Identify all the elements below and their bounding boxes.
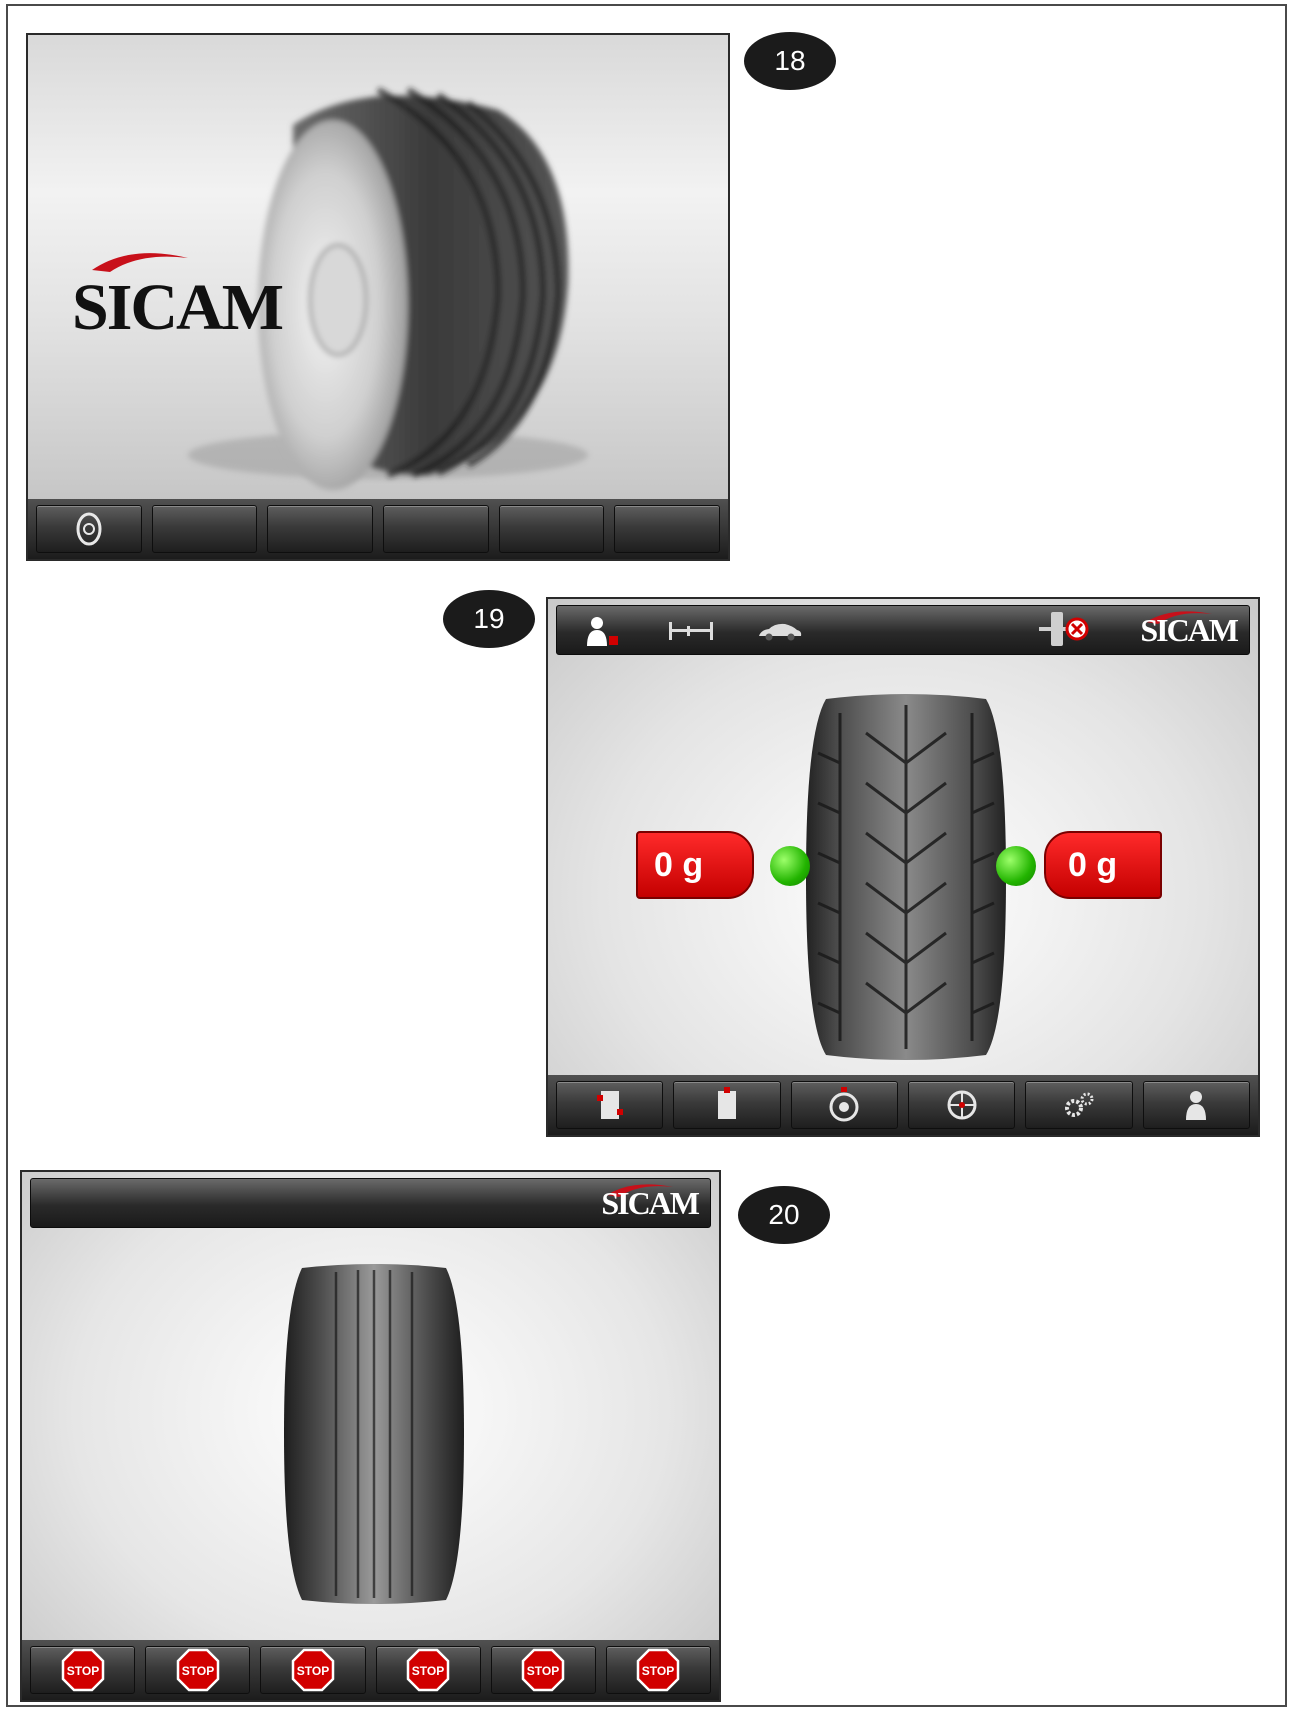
- sensor-error-icon: [1039, 612, 1089, 646]
- sicam-logo-large: SICAM: [72, 253, 284, 346]
- sicam-logo-small: SICAM: [601, 1184, 700, 1222]
- status-bar: SICAM: [30, 1178, 711, 1228]
- stop-button-3[interactable]: STOP: [260, 1646, 366, 1694]
- function-key-3[interactable]: [267, 505, 374, 553]
- function-key-4[interactable]: [383, 505, 489, 553]
- stop-sign-icon: STOP: [291, 1648, 335, 1692]
- settings-gears-icon: [1064, 1092, 1094, 1117]
- sicam-wordmark-small: SICAM: [1140, 612, 1239, 648]
- wheel-position-icon: [947, 1090, 977, 1120]
- function-key-settings[interactable]: [1025, 1081, 1133, 1129]
- stop-button-4[interactable]: STOP: [375, 1646, 481, 1694]
- status-bar: SICAM: [556, 605, 1250, 655]
- stop-label: STOP: [412, 1664, 444, 1678]
- stop-sign-icon: STOP: [522, 1648, 565, 1692]
- static-balancing-icon: [717, 1087, 736, 1119]
- stop-sign-icon: STOP: [406, 1648, 450, 1692]
- stop-sign-icon: STOP: [176, 1648, 219, 1692]
- sicam-wordmark: SICAM: [72, 271, 284, 344]
- stop-label: STOP: [527, 1664, 559, 1678]
- stop-button-2[interactable]: STOP: [145, 1646, 251, 1694]
- stop-button-6[interactable]: STOP: [605, 1646, 712, 1694]
- tire-front-view: [806, 694, 1006, 1060]
- function-key-2[interactable]: [151, 505, 258, 553]
- wheel-data-icon: [829, 1087, 859, 1122]
- right-weight-display: 0 g: [1044, 831, 1162, 899]
- car-icon: [759, 623, 802, 641]
- function-key-1[interactable]: [36, 505, 142, 553]
- function-key-wheel-position[interactable]: [907, 1081, 1016, 1129]
- screen-20-stop: SICAM STOP STOP STOP STOP STOP STOP: [20, 1170, 721, 1702]
- function-key-bar: [28, 499, 728, 559]
- function-key-operator[interactable]: [1142, 1081, 1250, 1129]
- dynamic-balancing-icon: [596, 1091, 623, 1119]
- screen-18-splash: SICAM: [26, 33, 730, 561]
- function-key-bar: [548, 1075, 1258, 1135]
- left-weight-display: 0 g: [636, 831, 754, 899]
- stop-button-1[interactable]: STOP: [30, 1646, 136, 1694]
- right-position-indicator: [996, 846, 1036, 886]
- function-key-6[interactable]: [614, 505, 721, 553]
- stop-label: STOP: [642, 1664, 674, 1678]
- operator-icon: [1186, 1091, 1207, 1120]
- function-key-dynamic-balancing[interactable]: [556, 1081, 664, 1129]
- stop-sign-icon: STOP: [637, 1648, 680, 1692]
- step-badge-20: 20: [738, 1186, 830, 1244]
- stop-label: STOP: [297, 1664, 329, 1678]
- screen-19-balancing: SICAM 0 g 0 g: [546, 597, 1260, 1137]
- step-badge-19: 19: [443, 590, 535, 648]
- function-key-bar: STOP STOP STOP STOP STOP STOP: [22, 1640, 719, 1700]
- function-key-static-balancing[interactable]: [673, 1081, 781, 1129]
- stop-label: STOP: [182, 1664, 214, 1678]
- sicam-wordmark-small: SICAM: [601, 1185, 700, 1221]
- wheel-icon: [76, 512, 102, 546]
- operator-icon: [587, 617, 618, 646]
- stop-sign-icon: STOP: [61, 1648, 104, 1692]
- step-badge-18: 18: [744, 32, 836, 90]
- tire-slick-front-view: [284, 1264, 464, 1604]
- function-key-5[interactable]: [498, 505, 605, 553]
- axle-icon: [669, 622, 713, 640]
- stop-button-5[interactable]: STOP: [490, 1646, 596, 1694]
- left-position-indicator: [770, 846, 810, 886]
- function-key-wheel-data[interactable]: [790, 1081, 898, 1129]
- stop-label: STOP: [66, 1664, 98, 1678]
- sicam-logo-small: SICAM: [1140, 611, 1239, 649]
